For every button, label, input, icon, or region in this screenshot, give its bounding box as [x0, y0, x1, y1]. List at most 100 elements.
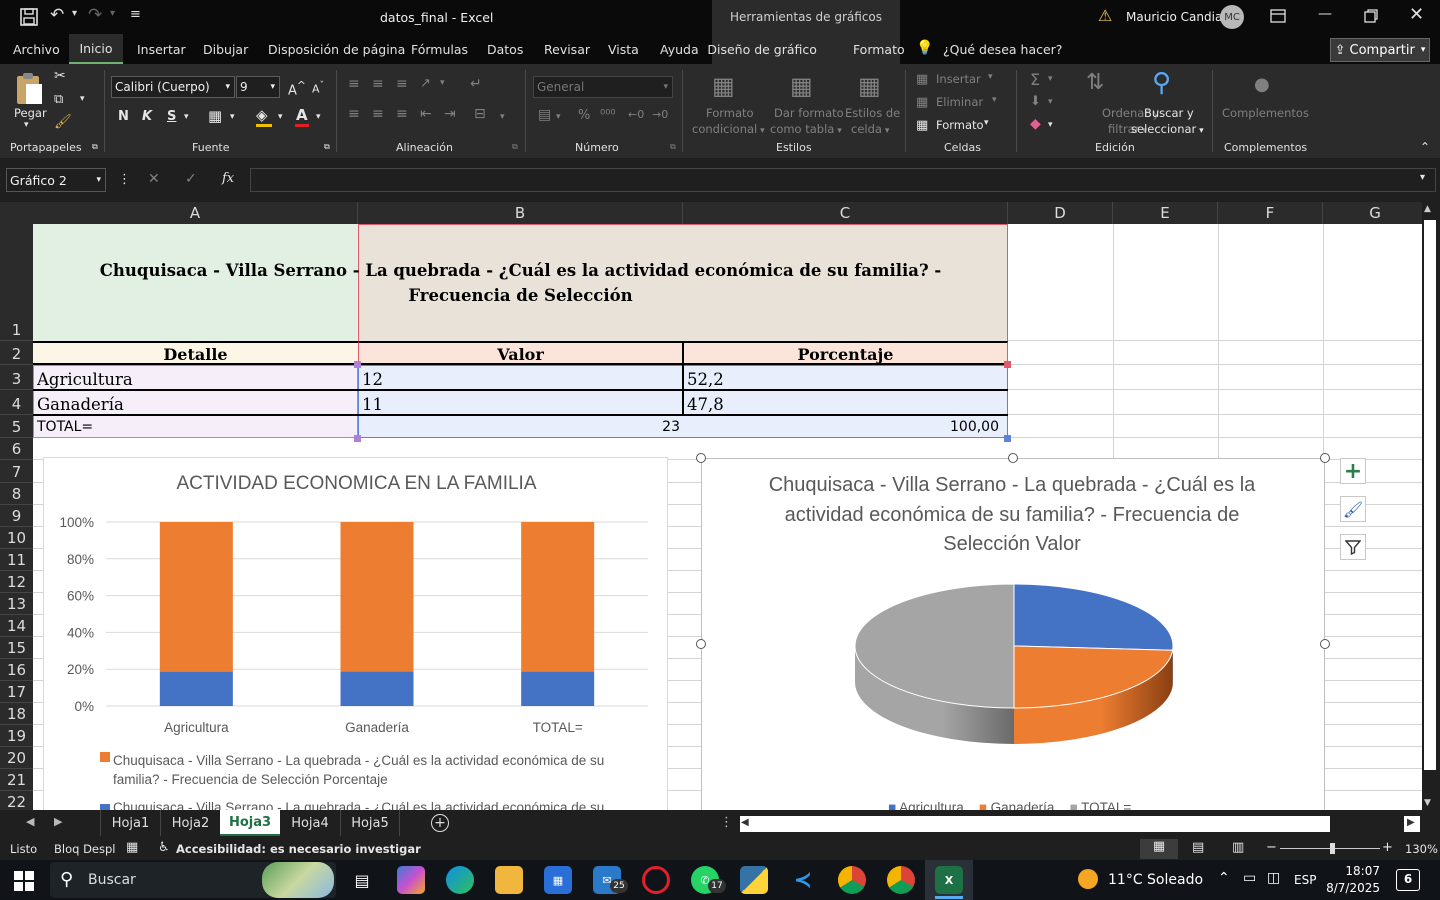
row-header[interactable]: 8	[0, 483, 33, 505]
decrease-decimal-icon[interactable]: →0	[652, 108, 668, 121]
format-cells-button[interactable]: Formato	[936, 118, 984, 132]
bold-button[interactable]: N	[118, 109, 129, 124]
format-painter-icon[interactable]: 🖌	[54, 114, 72, 130]
row-header[interactable]: 9	[0, 505, 33, 527]
scroll-left-icon[interactable]: ◀	[741, 817, 749, 828]
font-color-icon[interactable]: A	[296, 106, 308, 124]
fill-color-dropdown-icon[interactable]: ▾	[278, 112, 283, 122]
sheet-tab-hoja4[interactable]: Hoja4	[280, 810, 340, 836]
align-left-icon[interactable]: ≡	[348, 106, 360, 122]
bar-segment[interactable]	[521, 522, 595, 672]
range-handle[interactable]	[354, 361, 361, 368]
sheet-tab-hoja2[interactable]: Hoja2	[160, 810, 220, 836]
row-header[interactable]: 16	[0, 659, 33, 681]
autosum-dropdown-icon[interactable]: ▾	[1048, 74, 1053, 84]
dialog-launcher-icon[interactable]: ⧉	[512, 142, 518, 152]
undo-icon[interactable]: ↶	[50, 5, 64, 25]
display-icon[interactable]: ◫	[1267, 870, 1280, 886]
vscode-icon[interactable]: ≺	[789, 866, 817, 894]
undo-dropdown-icon[interactable]: ▾	[72, 8, 77, 19]
align-top-icon[interactable]: ≡	[348, 76, 360, 92]
row-header[interactable]: 13	[0, 593, 33, 615]
delete-cells-icon[interactable]: ▦	[916, 95, 928, 110]
italic-button[interactable]: K	[142, 109, 152, 124]
format-table-icon[interactable]: ▦	[790, 72, 813, 100]
chrome-icon[interactable]	[838, 866, 866, 894]
cell-porcentaje[interactable]: 52,2	[687, 368, 1007, 390]
row-header[interactable]: 19	[0, 725, 33, 747]
warning-icon[interactable]: ⚠	[1098, 6, 1112, 25]
chevron-down-icon[interactable]: ▾	[984, 118, 989, 128]
tab-inicio[interactable]: Inicio	[69, 34, 123, 64]
borders-icon[interactable]: ▦	[208, 107, 222, 125]
chevron-down-icon[interactable]: ▾	[988, 72, 993, 82]
underline-button[interactable]: S	[167, 109, 176, 124]
tab-insertar[interactable]: Insertar	[137, 34, 186, 64]
copy-dropdown-icon[interactable]: ▾	[80, 94, 85, 104]
font-name-select[interactable]: Calibri (Cuerpo) ▾	[111, 76, 235, 98]
delete-cells-button[interactable]: Eliminar	[936, 95, 983, 109]
row-header[interactable]: 11	[0, 549, 33, 571]
cell-total-valor[interactable]: 23	[362, 416, 680, 437]
tab-dibujar[interactable]: Dibujar	[203, 34, 248, 64]
dialog-launcher-icon[interactable]: ⧉	[670, 142, 676, 152]
underline-dropdown-icon[interactable]: ▾	[184, 112, 189, 122]
chrome-profile-icon[interactable]	[887, 866, 915, 894]
enter-icon[interactable]: ✓	[185, 171, 197, 187]
column-header-e[interactable]: E	[1113, 202, 1218, 224]
resize-handle[interactable]	[1320, 639, 1330, 649]
format-table-button[interactable]: Dar formato	[774, 106, 844, 120]
column-header-g[interactable]: G	[1323, 202, 1422, 224]
percent-icon[interactable]: %	[578, 108, 590, 123]
sheet-title-cell[interactable]: Chuquisaca - Villa Serrano - La quebrada…	[33, 256, 1008, 310]
tab-datos[interactable]: Datos	[487, 34, 523, 64]
cell-porcentaje[interactable]: 47,8	[687, 393, 1007, 415]
sheet-tab-hoja5[interactable]: Hoja5	[340, 810, 400, 836]
cell-detalle[interactable]: Ganadería	[37, 393, 357, 415]
scrollbar-track[interactable]	[1424, 220, 1436, 770]
expand-formula-icon[interactable]: ▾	[1420, 172, 1425, 183]
legend-label-valor[interactable]: Chuquisaca - Villa Serrano - La quebrada…	[113, 798, 633, 810]
find-select-button[interactable]: Buscar y	[1144, 106, 1194, 120]
scroll-right-icon[interactable]: ▶	[1407, 817, 1415, 828]
increase-indent-icon[interactable]: ⇥	[444, 106, 456, 122]
header-valor[interactable]: Valor	[358, 343, 683, 365]
insert-function-button[interactable]: fx	[222, 171, 234, 186]
redo-icon[interactable]: ↷	[88, 5, 102, 25]
merge-center-icon[interactable]: ⊟	[474, 106, 486, 122]
borders-dropdown-icon[interactable]: ▾	[230, 112, 235, 122]
customize-toolbar-icon[interactable]: ≡	[130, 7, 141, 22]
store-icon[interactable]: ▦	[544, 866, 572, 894]
copy-icon[interactable]: ⧉	[54, 92, 63, 107]
formula-input[interactable]	[250, 168, 1436, 192]
chart-filters-button[interactable]	[1340, 534, 1366, 560]
tab-revisar[interactable]: Revisar	[544, 34, 590, 64]
conditional-format-icon[interactable]: ▦	[712, 72, 735, 100]
prev-sheet-icon[interactable]: ◀	[26, 815, 34, 828]
more-options-icon[interactable]: ⋮	[720, 815, 733, 830]
bar-segment[interactable]	[340, 671, 414, 706]
tell-me-search[interactable]: ¿Qué desea hacer?	[943, 34, 1062, 64]
bar-chart[interactable]: ACTIVIDAD ECONOMICA EN LA FAMILIA 100% 80…	[43, 457, 668, 810]
row-header[interactable]: 4	[0, 390, 33, 415]
zoom-slider-thumb[interactable]	[1330, 843, 1335, 854]
cancel-icon[interactable]: ✕	[148, 171, 160, 187]
page-layout-icon[interactable]: ▤	[1192, 840, 1204, 855]
row-header[interactable]: 5	[0, 415, 33, 438]
paste-dropdown-icon[interactable]: ▾	[24, 120, 29, 130]
header-detalle[interactable]: Detalle	[33, 343, 358, 365]
row-header[interactable]: 21	[0, 769, 33, 791]
number-format-select[interactable]: General ▾	[533, 76, 673, 98]
addins-button[interactable]: Complementos	[1222, 106, 1309, 120]
cell-detalle[interactable]: Agricultura	[37, 368, 357, 390]
cell-valor[interactable]: 12	[362, 368, 682, 390]
row-header[interactable]: 2	[0, 341, 33, 365]
user-name[interactable]: Mauricio Candia	[1126, 10, 1222, 24]
name-box[interactable]: Gráfico 2 ▾	[6, 168, 106, 192]
file-explorer-icon[interactable]	[495, 866, 523, 894]
insert-cells-button[interactable]: Insertar	[936, 72, 981, 86]
resize-handle[interactable]	[696, 639, 706, 649]
windows-start-icon[interactable]	[14, 871, 34, 891]
network-icon[interactable]: ▭	[1243, 870, 1256, 886]
currency-icon[interactable]: ▤	[538, 107, 551, 123]
